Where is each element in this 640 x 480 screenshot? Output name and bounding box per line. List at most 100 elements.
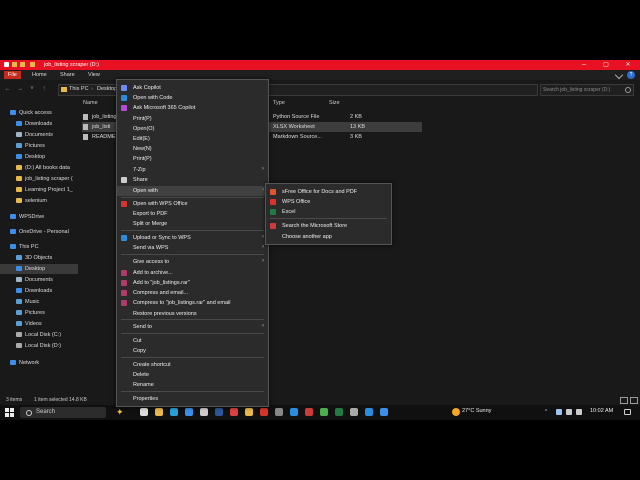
forward-arrow-icon[interactable]: → — [16, 85, 24, 93]
nav-item-downloads[interactable]: Downloads — [16, 119, 52, 129]
tab-home[interactable]: Home — [28, 71, 51, 79]
copilot-sparkle-icon[interactable]: ✦ — [116, 407, 124, 418]
menu-item-create-shortcut[interactable]: Create shortcut — [117, 360, 268, 370]
taskbar-search-box[interactable]: Search — [20, 407, 106, 418]
nav-item-desktop[interactable]: Desktop — [0, 264, 78, 274]
word-icon[interactable] — [215, 408, 223, 416]
nav-item-3d-objects[interactable]: 3D Objects — [16, 253, 52, 263]
menu-item-send-to[interactable]: Send to › — [117, 322, 268, 332]
vscode-icon[interactable] — [290, 408, 298, 416]
menu-item-new-n[interactable]: New(N) — [117, 144, 268, 154]
menu-item-give-access-to[interactable]: Give access to › — [117, 257, 268, 267]
nav-item-music[interactable]: Music — [16, 297, 39, 307]
file-explorer-icon[interactable] — [155, 408, 163, 416]
nav-item-downloads[interactable]: Downloads — [16, 286, 52, 296]
menu-item-upload-or-sync-to-wps[interactable]: Upload or Sync to WPS › — [117, 233, 268, 243]
nav-item-wpsdrive[interactable]: WPSDrive — [10, 212, 44, 222]
quick-access-properties-icon[interactable] — [12, 62, 17, 67]
close-button[interactable]: ✕ — [620, 60, 636, 70]
column-header-name[interactable]: Name — [83, 100, 98, 106]
settings-icon[interactable] — [275, 408, 283, 416]
menu-item-ask-microsoft-365-copilot[interactable]: Ask Microsoft 365 Copilot — [117, 103, 268, 113]
nav-item-learning-project-1[interactable]: Learning Project 1_ — [16, 185, 73, 195]
nav-item-quick-access[interactable]: Quick access — [10, 108, 52, 118]
nav-item-desktop[interactable]: Desktop — [16, 152, 45, 162]
nav-item-network[interactable]: Network — [10, 358, 39, 368]
media-icon[interactable] — [230, 408, 238, 416]
expand-ribbon-icon[interactable] — [614, 70, 624, 80]
tab-file[interactable]: File — [4, 71, 21, 79]
windows-start-icon[interactable] — [5, 408, 14, 417]
edge-icon[interactable] — [170, 408, 178, 416]
tab-view[interactable]: View — [84, 71, 104, 79]
search-input[interactable]: Search job_listing scraper (D:) — [540, 84, 634, 96]
minimize-button[interactable]: ─ — [576, 60, 592, 70]
network-icon[interactable] — [556, 409, 562, 415]
nav-item-job-listing-scraper[interactable]: job_listing scraper ( — [16, 174, 73, 184]
quick-access-new-folder-icon[interactable] — [20, 62, 25, 67]
tab-share[interactable]: Share — [56, 71, 79, 79]
tray-overflow-icon[interactable]: ^ — [545, 409, 547, 415]
excel-icon[interactable] — [335, 408, 343, 416]
help-icon[interactable]: ? — [627, 71, 635, 79]
menu-item-open-with[interactable]: Open with › — [117, 186, 268, 196]
menu-item-7-zip[interactable]: 7-Zip › — [117, 165, 268, 175]
menu-item-print-p[interactable]: Print(P) — [117, 154, 268, 164]
app-icon[interactable] — [260, 408, 268, 416]
breadcrumb-desktop[interactable]: Desktop — [97, 86, 117, 92]
menu-item-properties[interactable]: Properties — [117, 394, 268, 404]
nav-item-selenium[interactable]: selenium — [16, 196, 47, 206]
menu-item-send-via-wps[interactable]: Send via WPS › — [117, 243, 268, 253]
store-icon[interactable] — [200, 408, 208, 416]
nav-item-videos[interactable]: Videos — [16, 319, 42, 329]
column-header-type[interactable]: Type — [273, 100, 285, 106]
nav-item-onedrive-personal[interactable]: OneDrive - Personal — [10, 227, 69, 237]
up-arrow-icon[interactable]: ↑ — [40, 85, 48, 93]
open-with-sfree-office-for-docs-and-pdf[interactable]: sFree Office for Docs and PDF — [266, 187, 391, 197]
nav-item-d-all-books-data[interactable]: (D:) All books data — [16, 163, 70, 173]
menu-item-compress-and-email[interactable]: Compress and email... — [117, 288, 268, 298]
menu-item-ask-copilot[interactable]: Ask Copilot — [117, 83, 268, 93]
clock-time[interactable]: 10:02 AM — [590, 408, 613, 414]
tiles-view-icon[interactable] — [630, 397, 638, 404]
app-icon[interactable] — [350, 408, 358, 416]
menu-item-restore-previous-versions[interactable]: Restore previous versions — [117, 309, 268, 319]
nav-item-documents[interactable]: Documents — [16, 130, 53, 140]
breadcrumb-this-pc[interactable]: This PC — [69, 86, 89, 92]
menu-item-edit-e[interactable]: Edit(E) — [117, 134, 268, 144]
column-header-size[interactable]: Size — [329, 100, 340, 106]
open-with-choose-another-app[interactable]: Choose another app — [266, 232, 391, 242]
nav-item-this-pc[interactable]: This PC — [10, 242, 39, 252]
notification-icon[interactable] — [624, 409, 631, 415]
open-with-excel[interactable]: Excel — [266, 207, 391, 217]
chrome-icon[interactable] — [320, 408, 328, 416]
volume-icon[interactable] — [566, 409, 572, 415]
details-view-icon[interactable] — [620, 397, 628, 404]
nav-item-pictures[interactable]: Pictures — [16, 141, 45, 151]
menu-item-open-with-wps-office[interactable]: Open with WPS Office — [117, 199, 268, 209]
open-with-wps-office[interactable]: WPS Office — [266, 197, 391, 207]
menu-item-open-o[interactable]: Open(O) — [117, 124, 268, 134]
open-with-search-the-microsoft-store[interactable]: Search the Microsoft Store — [266, 221, 391, 231]
menu-item-split-or-merge[interactable]: Split or Merge — [117, 219, 268, 229]
nav-item-documents[interactable]: Documents — [16, 275, 53, 285]
menu-item-share[interactable]: Share — [117, 175, 268, 185]
weather-text[interactable]: 27°C Sunny — [462, 408, 491, 414]
mail-icon[interactable] — [185, 408, 193, 416]
back-arrow-icon[interactable]: ← — [4, 85, 12, 93]
menu-item-open-with-code[interactable]: Open with Code — [117, 93, 268, 103]
menu-item-copy[interactable]: Copy — [117, 346, 268, 356]
menu-item-delete[interactable]: Delete — [117, 370, 268, 380]
nav-item-pictures[interactable]: Pictures — [16, 308, 45, 318]
nav-item-local-disk-d[interactable]: Local Disk (D:) — [16, 341, 61, 351]
task-view-icon[interactable] — [140, 408, 148, 416]
menu-item-add-to-job-listings-rar[interactable]: Add to "job_listings.rar" — [117, 278, 268, 288]
menu-item-cut[interactable]: Cut — [117, 336, 268, 346]
nav-item-local-disk-c[interactable]: Local Disk (C:) — [16, 330, 61, 340]
menu-item-compress-to-job-listings-rar-and-email[interactable]: Compress to "job_listings.rar" and email — [117, 298, 268, 308]
menu-item-export-to-pdf[interactable]: Export to PDF — [117, 209, 268, 219]
maximize-button[interactable]: ▢ — [598, 60, 614, 70]
menu-item-print-p[interactable]: Print(P) — [117, 114, 268, 124]
vscode-icon[interactable] — [365, 408, 373, 416]
app-icon[interactable] — [305, 408, 313, 416]
